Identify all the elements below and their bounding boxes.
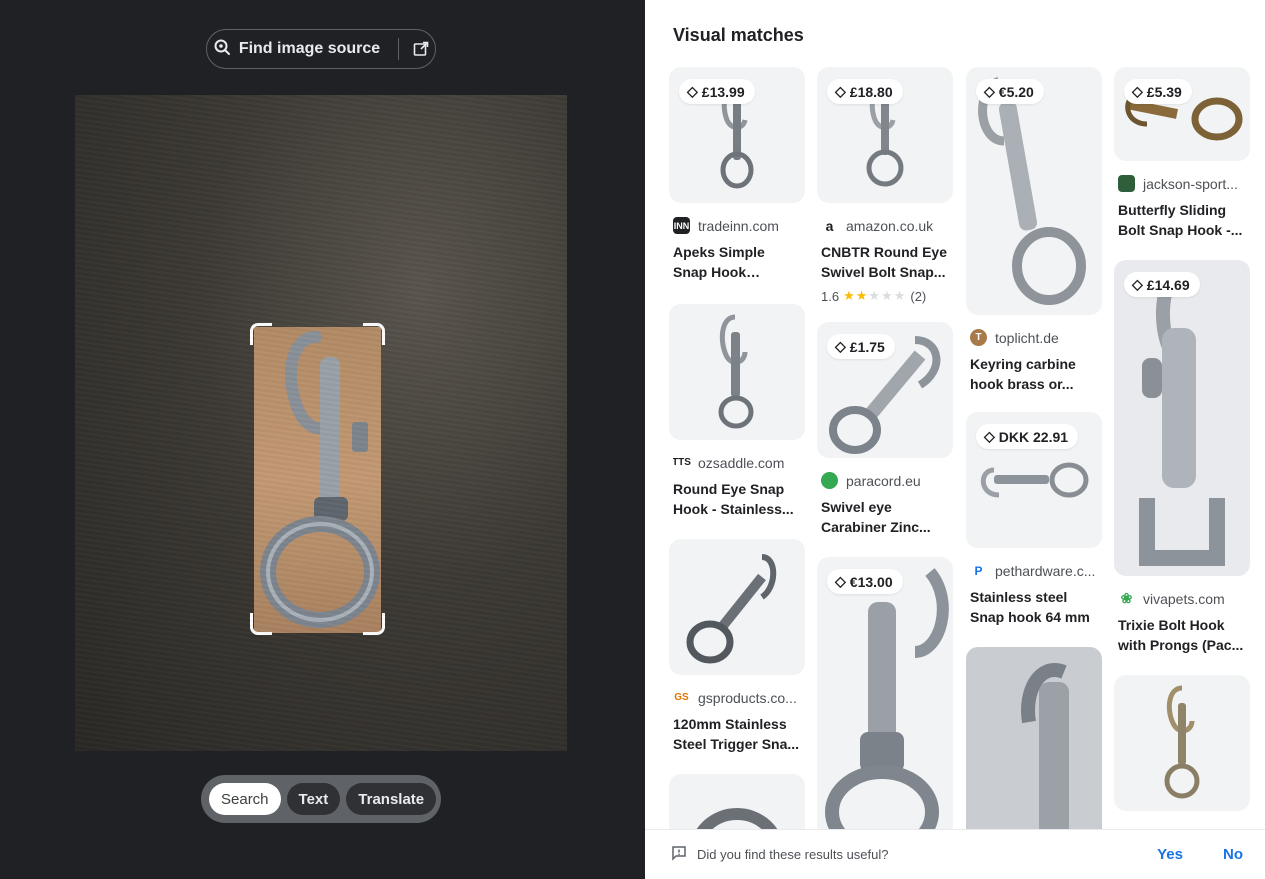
results-column-2: ◇ £18.80 a amazon.co.uk CNBTR Round Eye Sw…: [817, 67, 953, 847]
price-tag-icon: ◇: [984, 428, 995, 444]
uploaded-image: [75, 95, 567, 751]
result-source[interactable]: INN tradeinn.com: [673, 217, 805, 234]
result-thumbnail[interactable]: [669, 539, 805, 675]
result-title[interactable]: Trixie Bolt Hook with Prongs (Pac...: [1118, 615, 1246, 655]
price-badge: ◇ £1.75: [827, 334, 895, 359]
result-card[interactable]: ◇ £14.69 ❀ vivapets.com Trixie Bolt Hook w…: [1114, 260, 1250, 655]
left-panel: Find image source Search Text Translate: [0, 0, 645, 879]
feedback-question: Did you find these results useful?: [697, 847, 889, 862]
result-thumbnail[interactable]: ◇ €13.00: [817, 557, 953, 837]
results-column-3: ◇ €5.20 Ttoplicht.de Keyring carbine hook…: [966, 67, 1102, 857]
price-tag-icon: ◇: [1132, 83, 1143, 99]
result-thumbnail[interactable]: ◇ £13.99: [669, 67, 805, 203]
result-thumbnail[interactable]: ◇ DKK 22.91: [966, 412, 1102, 548]
feedback-bar: Did you find these results useful? Yes N…: [645, 829, 1265, 879]
result-title[interactable]: CNBTR Round Eye Swivel Bolt Snap...: [821, 242, 949, 282]
feedback-icon: [671, 845, 687, 864]
result-source[interactable]: TTS ozsaddle.com: [673, 454, 805, 471]
mode-switcher: Search Text Translate: [201, 775, 441, 823]
snap-hook-image: [260, 331, 380, 628]
price-badge: ◇ £13.99: [679, 79, 755, 104]
price-badge: ◇ DKK 22.91: [976, 424, 1079, 449]
site-favicon-icon: [821, 472, 838, 489]
result-thumbnail[interactable]: [669, 304, 805, 440]
rating-stars-icon: ★★★★★: [843, 288, 907, 303]
price-tag-icon: ◇: [687, 83, 698, 99]
paw-favicon-icon: ❀: [1120, 590, 1133, 606]
lens-search-icon: [213, 38, 231, 61]
result-card[interactable]: ◇ £13.99 INN tradeinn.com Apeks Simple Sna…: [669, 67, 805, 282]
results-column-4: ◇ £5.39 jackson-sport... Butterfly Slidin…: [1114, 67, 1250, 852]
price-tag-icon: ◇: [984, 83, 995, 99]
site-favicon-icon: INN: [673, 217, 690, 234]
results-panel: Visual matches ◇ £13.99 INN tradeinn.com A…: [645, 0, 1265, 879]
result-card[interactable]: ✕indiamart.com: [1114, 675, 1250, 842]
result-card[interactable]: [966, 647, 1102, 847]
price-tag-icon: ◇: [1132, 276, 1143, 292]
price-badge: ◇ €13.00: [827, 569, 903, 594]
result-title[interactable]: Apeks Simple Snap Hook Stainless...: [673, 242, 801, 282]
find-image-source-button[interactable]: Find image source: [206, 29, 436, 69]
results-title: Visual matches: [673, 25, 804, 45]
mode-text-button[interactable]: Text: [286, 783, 341, 815]
crop-handle-top-left[interactable]: [250, 323, 272, 345]
feedback-yes-button[interactable]: Yes: [1157, 846, 1183, 863]
crop-handle-bottom-right[interactable]: [363, 613, 385, 635]
result-card[interactable]: ◇ €5.20 Ttoplicht.de Keyring carbine hook…: [966, 67, 1102, 394]
result-card[interactable]: TTS ozsaddle.com Round Eye Snap Hook - St…: [669, 304, 805, 519]
price-tag-icon: ◇: [835, 573, 846, 589]
result-thumbnail[interactable]: ◇ £1.75: [817, 322, 953, 458]
result-source[interactable]: Ttoplicht.de: [970, 329, 1102, 346]
result-card[interactable]: ◇ £1.75 paracord.eu Swivel eye Carabiner …: [817, 322, 953, 537]
result-title[interactable]: Stainless steel Snap hook 64 mm: [970, 587, 1098, 627]
result-thumbnail[interactable]: ◇ £5.39: [1114, 67, 1250, 161]
rating: 1.6 ★★★★★ (2): [821, 288, 927, 304]
feedback-no-button[interactable]: No: [1223, 846, 1243, 863]
result-source[interactable]: jackson-sport...: [1118, 175, 1250, 192]
find-image-source-label: Find image source: [238, 40, 381, 57]
result-source[interactable]: a amazon.co.uk: [821, 217, 953, 234]
result-title[interactable]: 120mm Stainless Steel Trigger Sna...: [673, 714, 801, 754]
result-card[interactable]: GS gsproducts.co... 120mm Stainless Steel…: [669, 539, 805, 754]
price-tag-icon: ◇: [835, 338, 846, 354]
open-external-icon[interactable]: [398, 38, 429, 60]
result-source[interactable]: Ppethardware.c...: [970, 562, 1102, 579]
mode-search-button[interactable]: Search: [209, 783, 281, 815]
result-source[interactable]: ❀ vivapets.com: [1118, 590, 1250, 607]
result-card[interactable]: ◇ £18.80 a amazon.co.uk CNBTR Round Eye Sw…: [817, 67, 953, 304]
selected-region[interactable]: [254, 327, 381, 633]
result-source[interactable]: GS gsproducts.co...: [673, 689, 805, 706]
site-favicon-icon: [1118, 175, 1135, 192]
price-badge: ◇ €5.20: [976, 79, 1044, 104]
site-favicon-icon: TTS: [673, 457, 691, 468]
result-title[interactable]: Butterfly Sliding Bolt Snap Hook -...: [1118, 200, 1246, 240]
price-tag-icon: ◇: [835, 83, 846, 99]
result-title[interactable]: Keyring carbine hook brass or...: [970, 354, 1098, 394]
mode-translate-button[interactable]: Translate: [346, 783, 437, 815]
crop-handle-bottom-left[interactable]: [250, 613, 272, 635]
result-card[interactable]: ◇ €13.00: [817, 557, 953, 837]
result-thumbnail[interactable]: ◇ €5.20: [966, 67, 1102, 315]
results-column-1: ◇ £13.99 INN tradeinn.com Apeks Simple Sna…: [669, 67, 805, 879]
result-thumbnail[interactable]: [966, 647, 1102, 847]
result-title[interactable]: Swivel eye Carabiner Zinc...: [821, 497, 949, 537]
result-source[interactable]: paracord.eu: [821, 472, 953, 489]
site-favicon-icon: T: [970, 329, 987, 346]
site-favicon-icon: P: [974, 563, 983, 578]
result-thumbnail[interactable]: ◇ £14.69: [1114, 260, 1250, 576]
result-card[interactable]: ◇ DKK 22.91 Ppethardware.c... Stainless s…: [966, 412, 1102, 627]
result-thumbnail[interactable]: ◇ £18.80: [817, 67, 953, 203]
result-title[interactable]: Round Eye Snap Hook - Stainless...: [673, 479, 801, 519]
site-favicon-icon: GS: [674, 692, 689, 703]
price-badge: ◇ £18.80: [827, 79, 903, 104]
price-badge: ◇ £5.39: [1124, 79, 1192, 104]
result-card[interactable]: ◇ £5.39 jackson-sport... Butterfly Slidin…: [1114, 67, 1250, 240]
price-badge: ◇ £14.69: [1124, 272, 1200, 297]
crop-handle-top-right[interactable]: [363, 323, 385, 345]
result-thumbnail[interactable]: [1114, 675, 1250, 811]
amazon-favicon-icon: a: [825, 217, 834, 234]
